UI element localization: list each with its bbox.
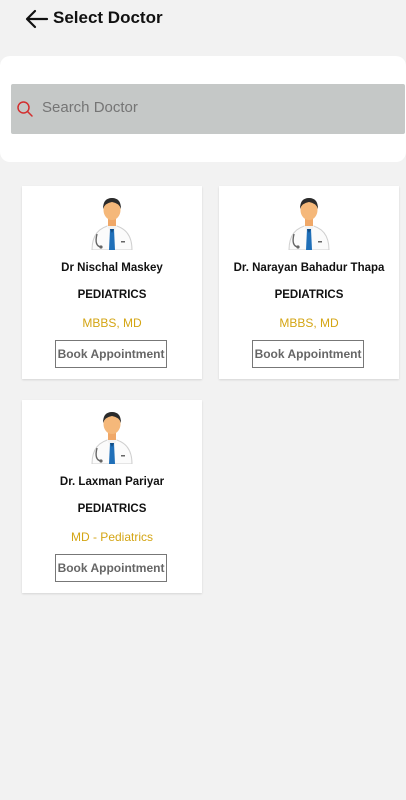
doctor-avatar-icon bbox=[91, 412, 133, 464]
doctor-name: Dr Nischal Maskey bbox=[61, 262, 163, 274]
doctor-specialty: PEDIATRICS bbox=[77, 503, 147, 515]
doctor-specialty: PEDIATRICS bbox=[77, 289, 147, 301]
doctor-name: Dr. Laxman Pariyar bbox=[59, 476, 165, 488]
search-input[interactable] bbox=[42, 99, 382, 116]
book-appointment-button[interactable]: Book Appointment bbox=[55, 340, 167, 368]
page-title: Select Doctor bbox=[53, 8, 163, 27]
doctor-card[interactable]: Dr Nischal Maskey PEDIATRICS MBBS, MD Bo… bbox=[22, 186, 202, 379]
doctor-name: Dr. Narayan Bahadur Thapa bbox=[233, 262, 385, 274]
book-appointment-button[interactable]: Book Appointment bbox=[55, 554, 167, 582]
book-appointment-button[interactable]: Book Appointment bbox=[252, 340, 364, 368]
doctor-qualification: MBBS, MD bbox=[279, 316, 339, 330]
search-bar[interactable] bbox=[11, 84, 405, 134]
search-card bbox=[0, 56, 406, 162]
doctor-card[interactable]: Dr. Laxman Pariyar PEDIATRICS MD - Pedia… bbox=[22, 400, 202, 593]
app-header: Select Doctor bbox=[0, 0, 406, 40]
back-arrow-icon[interactable] bbox=[24, 7, 50, 31]
doctor-qualification: MD - Pediatrics bbox=[70, 530, 153, 544]
doctor-avatar-icon bbox=[91, 198, 133, 250]
doctor-specialty: PEDIATRICS bbox=[274, 289, 344, 301]
doctor-avatar-icon bbox=[288, 198, 330, 250]
doctor-qualification: MBBS, MD bbox=[82, 316, 142, 330]
search-icon bbox=[17, 101, 33, 117]
doctor-card[interactable]: Dr. Narayan Bahadur Thapa PEDIATRICS MBB… bbox=[219, 186, 399, 379]
